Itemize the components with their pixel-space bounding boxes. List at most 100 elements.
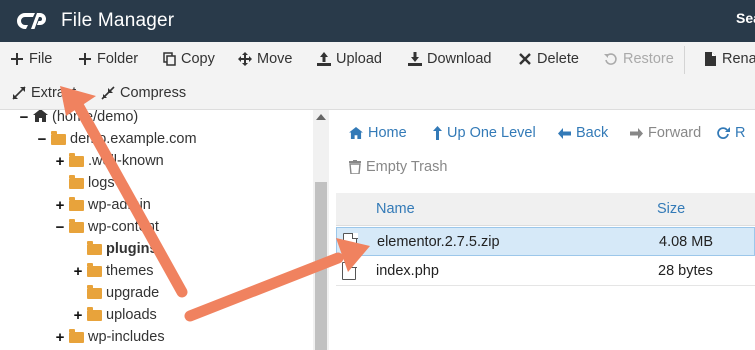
rename-label: Renar [722,51,755,67]
copy-icon [162,52,176,66]
new-file-label: File [29,51,53,67]
search-label[interactable]: Sea [736,10,755,26]
tree-node-label: plugins [106,241,158,257]
tree-node-label: wp-admin [88,197,151,213]
restore-button[interactable]: Restore [604,47,674,71]
arrow-up-icon [433,126,442,140]
file-name: elementor.2.7.5.zip [377,234,500,250]
collapse-toggle[interactable]: − [37,131,47,148]
up-one-level-button[interactable]: Up One Level [433,125,536,141]
new-folder-button[interactable]: Folder [78,47,138,71]
collapse-toggle[interactable]: − [55,219,65,236]
arrow-left-icon [558,127,571,139]
tree-node-plugins[interactable]: plugins [73,239,158,259]
empty-trash-button[interactable]: Empty Trash [349,159,447,175]
tree-scrollbar[interactable] [313,110,329,350]
tree-node-logs[interactable]: logs [55,173,115,193]
folder-icon [69,196,84,211]
tree-node-demo-example-com[interactable]: − demo.example.com [37,129,197,149]
compress-button[interactable]: Compress [101,81,186,105]
collapse-toggle[interactable]: − [19,110,29,126]
compress-icon [101,86,115,100]
folder-icon [87,240,102,255]
table-row[interactable]: elementor.2.7.5.zip 4.08 MB [336,227,755,256]
home-button[interactable]: Home [349,125,407,141]
file-table: Name Size elementor.2.7.5.zip 4.08 MB in… [336,193,755,350]
tree-node-themes[interactable]: + themes [73,261,154,281]
tree-node-label: wp-includes [88,329,165,345]
tree-node-wp-admin[interactable]: + wp-admin [55,195,151,215]
folder-icon [87,284,102,299]
top-bar: File Manager Sea [0,0,755,42]
compress-label: Compress [120,85,187,101]
tree-node-label: upgrade [106,285,160,301]
move-button[interactable]: Move [238,47,292,71]
delete-button[interactable]: Delete [518,47,579,71]
table-row[interactable]: index.php 28 bytes [336,257,755,286]
expand-toggle[interactable]: + [55,197,65,214]
home-icon [349,127,363,139]
back-label: Back [576,125,609,141]
home-icon [33,110,48,126]
download-icon [408,52,422,66]
restore-label: Restore [623,51,674,67]
folder-icon [69,174,84,189]
column-header-name[interactable]: Name [376,201,415,217]
new-file-button[interactable]: File [10,47,52,71]
new-folder-label: Folder [97,51,139,67]
zip-file-icon [343,232,358,251]
refresh-icon [716,126,730,140]
column-header-size[interactable]: Size [657,201,685,217]
tree-node-well-known[interactable]: + .well-known [55,151,164,171]
file-icon [703,52,717,66]
empty-trash-label: Empty Trash [366,159,448,175]
home-label: Home [368,125,407,141]
download-label: Download [427,51,492,67]
folder-icon [69,328,84,343]
move-icon [238,52,252,66]
reload-label: R [735,125,746,141]
download-button[interactable]: Download [408,47,492,71]
restore-icon [604,52,618,66]
reload-button[interactable]: R [716,125,745,141]
tree-node-label: .well-known [88,153,164,169]
tree-node-label: wp-content [88,219,159,235]
rename-button[interactable]: Renar [703,47,755,71]
folder-tree: − (home/demo) − demo.example.com + .well… [0,110,329,350]
tree-node-upgrade[interactable]: upgrade [73,283,159,303]
extract-label: Extract [31,85,77,101]
scroll-up-arrow-icon[interactable] [316,114,326,120]
forward-label: Forward [648,125,702,141]
folder-icon [69,152,84,167]
arrow-right-icon [630,127,643,139]
extract-button[interactable]: Extract [12,81,76,105]
file-navigation-bar: Home Up One Level Back Forward R Empty T… [336,110,755,190]
tree-node-wp-content[interactable]: − wp-content [55,217,159,237]
plus-icon [78,52,92,66]
expand-toggle[interactable]: + [73,263,83,280]
tree-node-wp-includes[interactable]: + wp-includes [55,327,165,347]
file-name: index.php [376,263,439,279]
tree-node-label: uploads [106,307,157,323]
folder-icon [87,262,102,277]
back-button[interactable]: Back [558,125,608,141]
forward-button[interactable]: Forward [630,125,701,141]
copy-label: Copy [181,51,215,67]
expand-toggle[interactable]: + [73,307,83,324]
expand-toggle[interactable]: + [55,153,65,170]
cpanel-logo-icon [17,13,46,29]
toolbar: File Folder Copy Move Upload Download De… [0,42,755,110]
upload-button[interactable]: Upload [317,47,382,71]
app-title: File Manager [61,10,175,31]
trash-icon [349,160,361,174]
toolbar-divider [684,46,685,74]
tree-node-label: themes [106,263,154,279]
scrollbar-thumb[interactable] [315,182,327,350]
move-label: Move [257,51,293,67]
tree-node-home[interactable]: − (home/demo) [19,110,138,127]
expand-toggle[interactable]: + [55,329,65,346]
tree-node-uploads[interactable]: + uploads [73,305,157,325]
delete-label: Delete [537,51,579,67]
copy-button[interactable]: Copy [162,47,215,71]
code-file-icon [342,261,357,280]
